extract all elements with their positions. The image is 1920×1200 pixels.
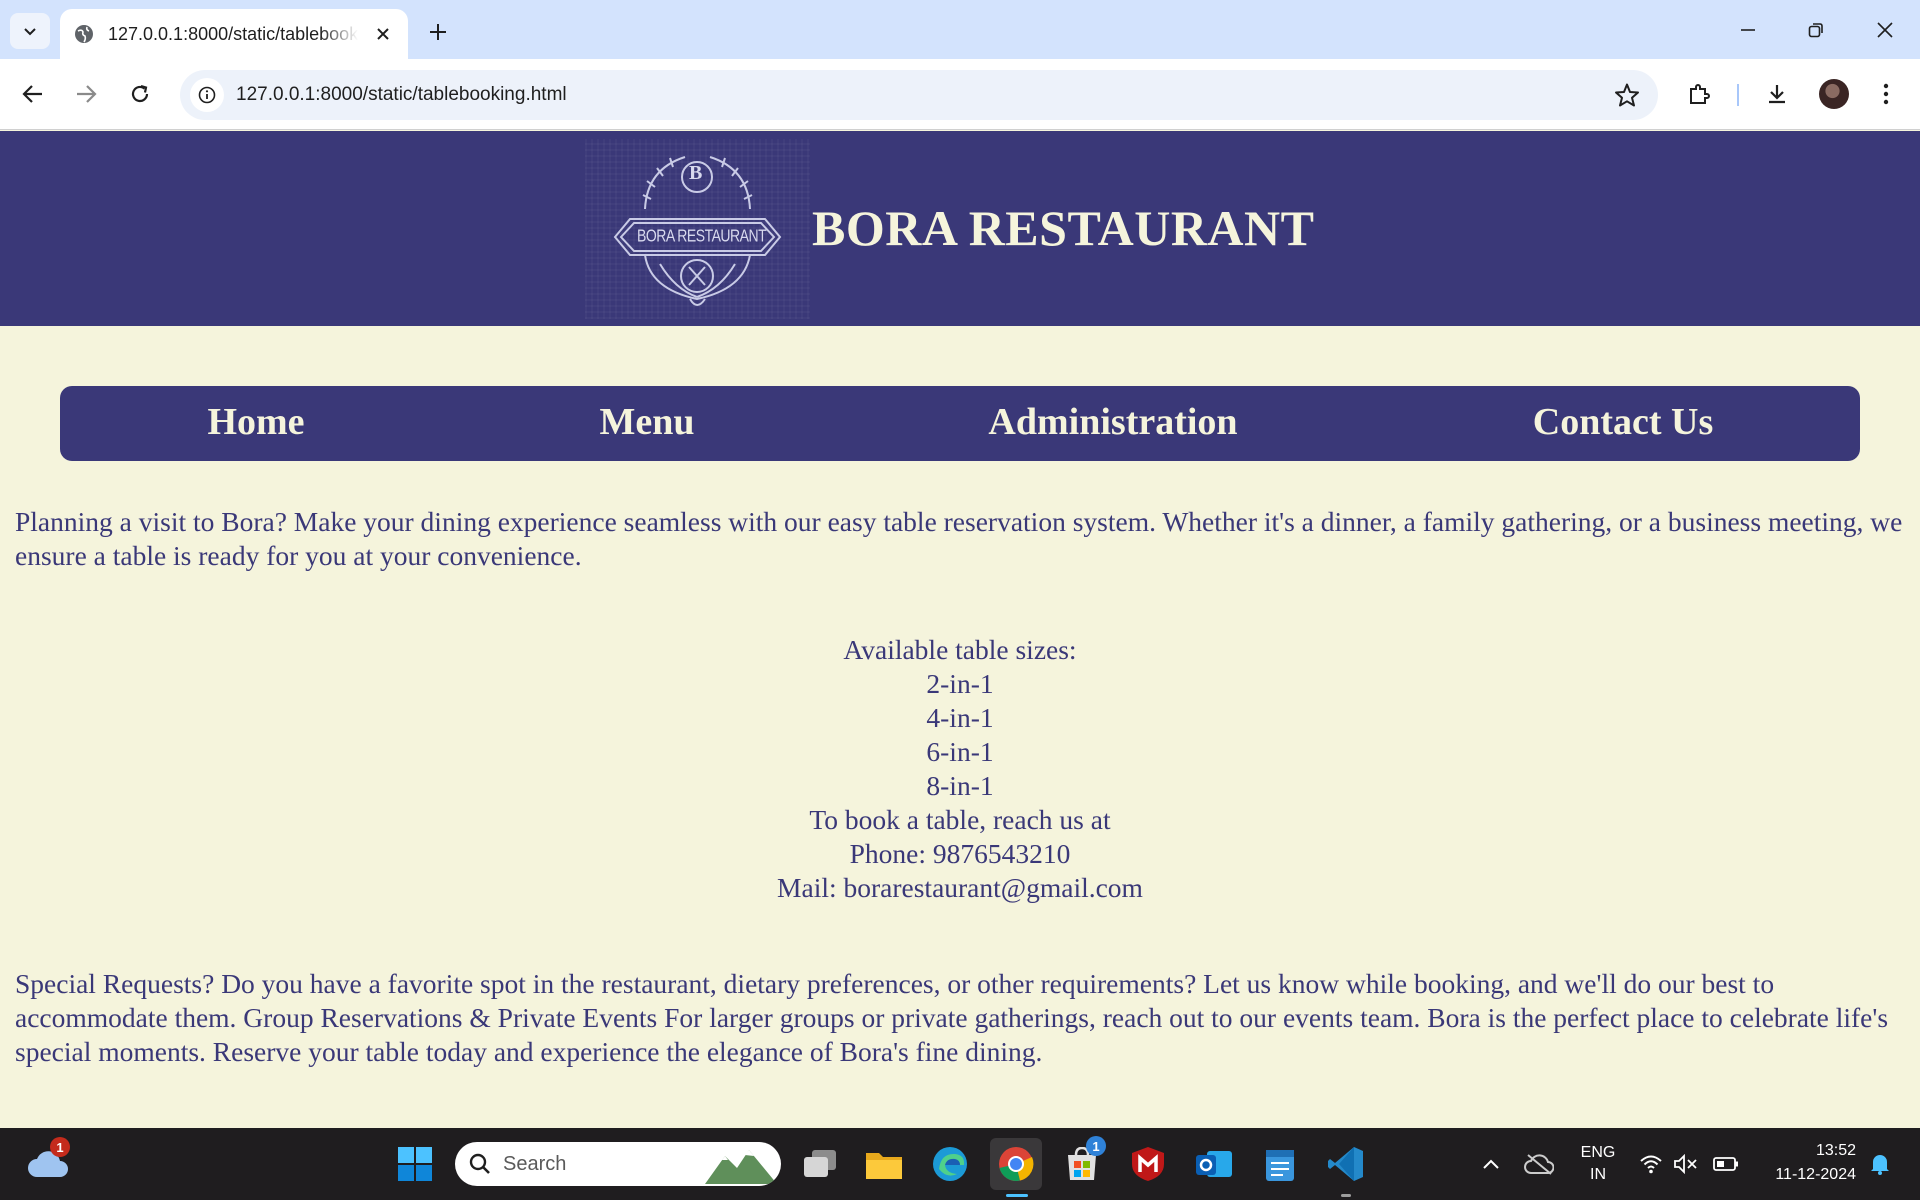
input-language-line1[interactable]: ENG [1572, 1142, 1624, 1164]
cloud-offline-icon [1524, 1154, 1554, 1175]
browser-menu-button[interactable] [1868, 76, 1904, 112]
search-icon [469, 1153, 490, 1174]
main-nav: Home Menu Administration Contact Us [60, 386, 1860, 461]
table-size-item: 8-in-1 [926, 770, 994, 801]
clock-date[interactable]: 11-12-2024 [1748, 1164, 1856, 1186]
volume-muted-icon [1674, 1154, 1697, 1174]
phone-line: Phone: 9876543210 [849, 838, 1071, 869]
chevron-up-icon [1483, 1159, 1499, 1169]
vscode-icon [1328, 1147, 1363, 1181]
nav-home[interactable]: Home [207, 400, 304, 444]
nav-menu[interactable]: Menu [600, 400, 695, 444]
globe-icon [75, 25, 93, 43]
mail-line: Mail: borarestaurant@gmail.com [777, 872, 1143, 903]
chrome-running-indicator [1006, 1194, 1028, 1197]
table-size-item: 4-in-1 [926, 702, 994, 733]
table-size-item: 6-in-1 [926, 736, 994, 767]
back-arrow-icon [22, 85, 42, 103]
chrome-icon [999, 1147, 1034, 1181]
chrome-button[interactable] [990, 1138, 1042, 1190]
booking-line: To book a table, reach us at [809, 804, 1111, 835]
active-tab[interactable]: 127.0.0.1:8000/static/tablebooking.html [60, 9, 408, 59]
notepad-icon [1266, 1150, 1294, 1181]
onedrive-status[interactable] [1513, 1138, 1565, 1190]
profile-avatar[interactable] [1819, 79, 1849, 109]
tab-search-button[interactable] [10, 13, 50, 49]
bell-icon [1871, 1155, 1889, 1175]
reload-icon [131, 84, 149, 103]
restaurant-logo: B BORA RESTAURANT [585, 139, 810, 319]
outlook-icon [1196, 1151, 1232, 1177]
table-size-item: 2-in-1 [926, 668, 994, 699]
toolbar-separator [1737, 84, 1739, 106]
special-requests-paragraph: Special Requests? Do you have a favorite… [15, 968, 1889, 1067]
nav-contact-us[interactable]: Contact Us [1533, 400, 1713, 444]
download-icon [1769, 85, 1785, 104]
site-header: B BORA RESTAURANT BORA RESTAURANT [0, 131, 1920, 326]
clock-time[interactable]: 13:52 [1760, 1140, 1856, 1162]
notepad-button[interactable] [1254, 1138, 1306, 1190]
store-button[interactable]: 1 [1056, 1136, 1108, 1190]
notifications-button[interactable] [1862, 1138, 1898, 1190]
plus-icon [430, 24, 446, 40]
file-explorer-button[interactable] [858, 1138, 910, 1190]
start-button[interactable] [389, 1138, 441, 1190]
mcafee-button[interactable] [1122, 1138, 1174, 1190]
edge-button[interactable] [924, 1138, 976, 1190]
windows-taskbar: 1 Search 1 ENG IN 13:52 11-12-2024 [0, 1128, 1920, 1200]
chevron-down-icon [24, 28, 36, 36]
mountains-icon [705, 1150, 777, 1184]
minimize-button[interactable] [1720, 8, 1776, 52]
battery-icon [1713, 1157, 1738, 1171]
close-window-button[interactable] [1857, 8, 1913, 52]
outlook-button[interactable] [1188, 1138, 1240, 1190]
search-placeholder: Search [503, 1152, 567, 1175]
edge-icon [933, 1147, 967, 1181]
task-view-icon [804, 1150, 836, 1177]
forward-arrow-icon [77, 85, 97, 103]
reload-button[interactable] [122, 76, 158, 112]
input-language-line2[interactable]: IN [1572, 1164, 1624, 1186]
restore-icon [1808, 23, 1823, 38]
bookmark-star-icon[interactable] [1614, 82, 1640, 113]
folder-icon [866, 1153, 902, 1179]
address-bar[interactable]: 127.0.0.1:8000/static/tablebooking.html [180, 70, 1658, 120]
weather-widget[interactable]: 1 [22, 1137, 74, 1190]
taskbar-search[interactable]: Search [455, 1142, 781, 1186]
windows-logo-icon [398, 1147, 432, 1181]
extensions-button[interactable] [1681, 76, 1717, 112]
intro-paragraph: Planning a visit to Bora? Make your dini… [15, 506, 1903, 571]
nav-administration[interactable]: Administration [988, 400, 1237, 444]
forward-button[interactable] [68, 76, 104, 112]
store-badge: 1 [1086, 1136, 1106, 1156]
logo-wordmark: BORA RESTAURANT [637, 225, 767, 245]
browser-tab-strip: 127.0.0.1:8000/static/tablebooking.html [0, 0, 1920, 59]
downloads-button[interactable] [1759, 76, 1795, 112]
vscode-button[interactable] [1320, 1138, 1372, 1190]
battery-button[interactable] [1700, 1138, 1752, 1190]
weather-badge: 1 [50, 1137, 70, 1157]
table-sizes-heading: Available table sizes: [843, 634, 1077, 665]
url-text[interactable]: 127.0.0.1:8000/static/tablebooking.html [236, 84, 567, 106]
back-button[interactable] [15, 76, 51, 112]
new-tab-button[interactable] [422, 16, 454, 48]
restore-button[interactable] [1788, 8, 1844, 52]
mcafee-shield-icon [1132, 1147, 1164, 1181]
vscode-running-indicator [1341, 1194, 1351, 1197]
logo-letter: B [689, 162, 703, 184]
minimize-icon [1741, 29, 1755, 31]
puzzle-icon [1690, 84, 1710, 104]
close-icon [1877, 22, 1893, 38]
site-info-icon[interactable] [190, 78, 224, 112]
table-info-block: Available table sizes: 2-in-1 4-in-1 6-i… [0, 633, 1920, 905]
more-vertical-icon [1883, 83, 1889, 105]
browser-toolbar: 127.0.0.1:8000/static/tablebooking.html [0, 59, 1920, 130]
site-title: BORA RESTAURANT [812, 200, 1315, 256]
task-view-button[interactable] [794, 1138, 846, 1190]
close-tab-icon[interactable] [372, 23, 394, 45]
tab-title: 127.0.0.1:8000/static/tablebooking.html [108, 23, 358, 44]
show-hidden-icons-button[interactable] [1465, 1138, 1517, 1190]
